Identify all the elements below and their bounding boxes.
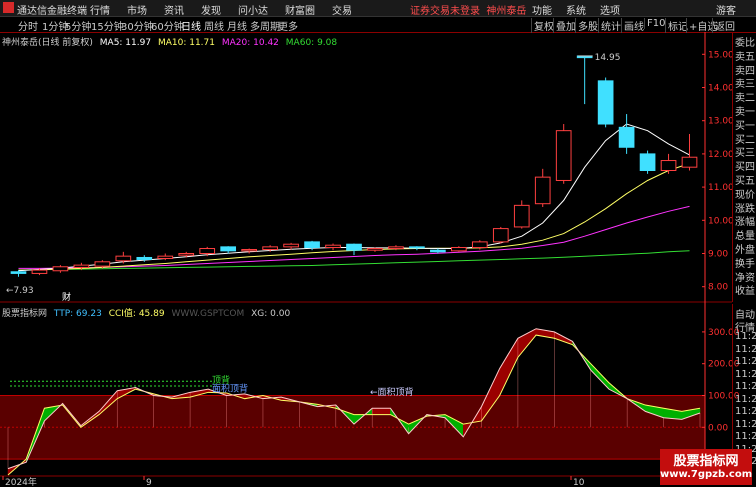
indicator-area — [590, 363, 610, 390]
candle-body — [94, 261, 111, 267]
candle-body — [430, 249, 446, 253]
price-tick-label: 13.00 — [708, 117, 734, 127]
time-tick-label: 2024年 — [5, 476, 37, 487]
chart-canvas[interactable]: 14.95←7.93财 顶背面积顶背 ←面积顶背 15.0014.0013.001… — [0, 0, 756, 487]
tick-time: 11:26 — [735, 368, 756, 380]
candle-body — [115, 255, 132, 262]
candle-body — [471, 241, 488, 249]
quote-field-label: 卖二 — [735, 93, 755, 105]
tick-time: 11:26 — [735, 331, 756, 342]
watermark-line1: 股票指标网 — [673, 454, 739, 469]
candle-body — [10, 271, 27, 274]
quote-field-label: 涨幅 — [735, 217, 755, 229]
candle-body — [639, 153, 656, 171]
candle-body — [555, 130, 572, 181]
price-tick-label: 14.00 — [708, 84, 734, 94]
candle-body — [513, 204, 530, 228]
candle-body — [597, 80, 614, 125]
price-tick-label: 15.00 — [708, 50, 734, 60]
candle-body — [262, 246, 278, 251]
candle-body — [409, 246, 425, 249]
price-tick-label: 11.00 — [708, 183, 734, 193]
candle-body — [199, 248, 216, 255]
ind-tick-label: 0.00 — [708, 423, 728, 433]
candle-body — [157, 255, 174, 259]
candle-body — [660, 160, 677, 171]
quote-field-label: 卖五 — [735, 51, 755, 63]
time-tick-label: 10 — [573, 478, 585, 487]
candle-body — [492, 228, 509, 243]
candle-body — [52, 266, 69, 272]
quote-field-label: 买一 — [735, 120, 755, 132]
candle-body — [346, 243, 362, 251]
quote-panel: 委比卖五卖四卖三卖二卖一买一买二买三买四买五现价涨跌涨幅总量外盘换手净资收益 — [732, 32, 756, 302]
tick-time: 11:26 — [735, 431, 756, 442]
main-chart: 14.95 ←7.93 财 — [0, 53, 732, 303]
time-tick-label: 9 — [146, 478, 152, 487]
tick-time: 11:26 — [735, 406, 756, 417]
tick-time: 11:26 — [735, 393, 756, 405]
tick-time: 11:26 — [735, 343, 756, 355]
indicator-area — [499, 337, 519, 396]
quote-field-label: 总量 — [735, 231, 755, 243]
watermark-line2: www.7gpzb.com — [660, 469, 753, 480]
quote-field-label: 买五 — [735, 176, 755, 187]
price-tick-label: 9.00 — [708, 250, 728, 260]
price-tick-label: 10.00 — [708, 216, 734, 226]
candle-body — [73, 264, 90, 268]
candle-body — [451, 247, 467, 252]
candle-body — [681, 156, 698, 168]
candle-body — [325, 244, 341, 249]
candle-body — [304, 241, 320, 249]
annotation-area-divergence-2: ←面积顶背 — [370, 386, 414, 398]
quote-field-label: 卖四 — [735, 65, 755, 77]
fin-marker[interactable]: 财 — [62, 291, 71, 303]
price-tick-label: 12.00 — [708, 150, 734, 160]
quote-field-label: 卖三 — [735, 79, 755, 91]
tick-time: 11:26 — [735, 381, 756, 392]
quote-field-label: 换手 — [735, 258, 755, 270]
quote-field-label: 外盘 — [735, 245, 755, 256]
quote-field-label: 净资 — [735, 272, 755, 284]
candle-body — [136, 256, 153, 260]
low-label: ←7.93 — [6, 286, 34, 296]
quote-field-label: 买二 — [735, 134, 755, 146]
quote-field-label: 买四 — [735, 162, 755, 174]
high-label: 14.95 — [595, 53, 621, 63]
candle-body — [283, 243, 299, 248]
indicator-chart: 顶背面积顶背 ←面积顶背 — [0, 328, 705, 476]
annotation-area-divergence: 面积顶背 — [212, 383, 248, 395]
tick-time: 11:26 — [735, 356, 756, 367]
quote-field-label: 现价 — [735, 189, 755, 201]
candle-body — [388, 246, 404, 250]
quote-field-label: 委比 — [735, 38, 755, 49]
tick-time: 11:26 — [735, 418, 756, 430]
watermark-badge: 股票指标网 www.7gpzb.com — [660, 449, 752, 485]
candle-body — [367, 248, 383, 251]
quote-field-label: 卖一 — [735, 107, 755, 118]
candle-body — [534, 176, 551, 205]
candle-body — [31, 269, 48, 274]
candle-body — [220, 246, 237, 252]
quote-field-label: 收益 — [735, 286, 755, 298]
quote-field-label: 买三 — [735, 148, 755, 160]
candle-body — [618, 126, 635, 148]
indicator-area — [371, 407, 391, 415]
quote-field-label: 涨跌 — [735, 203, 755, 215]
price-tick-label: 8.00 — [708, 283, 728, 293]
candle-body — [178, 253, 195, 256]
candle-body — [241, 249, 257, 252]
